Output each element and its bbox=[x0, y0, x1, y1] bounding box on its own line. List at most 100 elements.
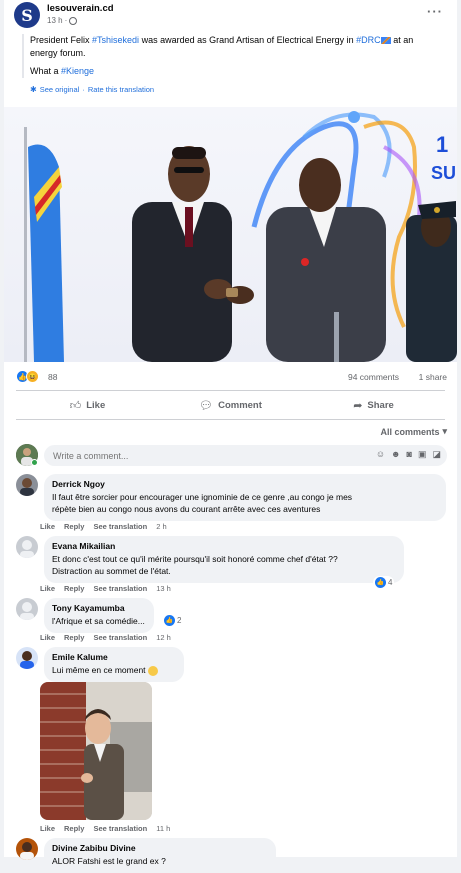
chevron-down-icon: ▾ bbox=[442, 426, 447, 436]
commenter-name[interactable]: Tony Kayamumba bbox=[52, 603, 145, 613]
svg-text:1: 1 bbox=[436, 132, 448, 157]
comment-label: Comment bbox=[218, 399, 262, 411]
camera-icon[interactable]: ◙ bbox=[407, 449, 412, 460]
reaction-icons[interactable]: 👍 😆 bbox=[16, 370, 39, 383]
page-avatar[interactable]: S bbox=[14, 2, 40, 28]
comment-reply-link[interactable]: Reply bbox=[64, 584, 84, 593]
comment-bubble: Emile Kalume Lui même en ce moment bbox=[44, 647, 184, 682]
haha-reaction-icon: 😆 bbox=[26, 370, 39, 383]
post-text-part: was awarded as Grand Artisan of Electric… bbox=[139, 35, 357, 45]
post-photo[interactable]: 1 SU bbox=[4, 107, 457, 362]
like-button[interactable]: 👍︎ Like bbox=[16, 393, 159, 417]
comment-actions: Like Reply See translation 12 h bbox=[40, 633, 171, 642]
share-button[interactable]: ➦ Share bbox=[302, 393, 445, 417]
commenter-name[interactable]: Emile Kalume bbox=[52, 652, 175, 662]
gif-icon[interactable]: ▣ bbox=[418, 449, 427, 460]
commenter-avatar[interactable] bbox=[16, 647, 38, 669]
comment-text: répète bien au congo nous avons du coura… bbox=[52, 504, 321, 514]
comment-bubble: Derrick Ngoy Il faut être sorcier pour e… bbox=[44, 474, 446, 521]
comments-count[interactable]: 94 comments bbox=[348, 372, 399, 382]
see-translation-link[interactable]: See translation bbox=[93, 633, 147, 642]
comment-like-count: 4 bbox=[388, 578, 393, 587]
comment-reply-link[interactable]: Reply bbox=[64, 522, 84, 531]
comment-composer: ☺ ☻ ◙ ▣ ◪ bbox=[16, 444, 447, 468]
commenter-name[interactable]: Evana Mikailian bbox=[52, 541, 395, 551]
laughing-emoji-icon bbox=[147, 665, 158, 676]
comment-time[interactable]: 13 h bbox=[156, 584, 171, 593]
comment-like-link[interactable]: Like bbox=[40, 824, 55, 833]
comment-text: Lui même en ce moment bbox=[52, 664, 175, 676]
composer-icons: ☺ ☻ ◙ ▣ ◪ bbox=[376, 449, 441, 460]
post-text-line-1: President Felix #Tshisekedi was awarded … bbox=[30, 34, 442, 60]
see-original-link[interactable]: See original bbox=[40, 85, 80, 94]
commenter-avatar[interactable] bbox=[16, 474, 38, 496]
avatar-sticker-icon[interactable]: ☺ bbox=[376, 449, 385, 460]
comment-bubble: Tony Kayamumba l'Afrique et sa comédie..… bbox=[44, 598, 154, 633]
hashtag-kienge[interactable]: #Kienge bbox=[61, 66, 94, 76]
post-text: President Felix #Tshisekedi was awarded … bbox=[22, 34, 442, 78]
shares-count[interactable]: 1 share bbox=[419, 372, 447, 382]
avatar-image bbox=[16, 647, 38, 669]
see-translation-link[interactable]: See translation bbox=[93, 824, 147, 833]
comment-button[interactable]: 💬︎ Comment bbox=[159, 393, 302, 417]
comment-like-link[interactable]: Like bbox=[40, 584, 55, 593]
post-text-part: President Felix bbox=[30, 35, 93, 45]
comment-image[interactable] bbox=[40, 682, 152, 820]
post-text-part: What a bbox=[30, 66, 62, 76]
globe-icon bbox=[69, 16, 78, 25]
ceremony-illustration: 1 SU bbox=[24, 111, 457, 362]
comment-filter-label: All comments bbox=[380, 426, 440, 437]
commenter-avatar[interactable] bbox=[16, 598, 38, 620]
comment-actions: Like Reply See translation 11 h bbox=[40, 824, 170, 833]
post-text-line-2: What a #Kienge bbox=[30, 65, 442, 78]
meme-image bbox=[40, 682, 152, 820]
comment-text: Il faut être sorcier pour encourager une… bbox=[52, 492, 353, 502]
reaction-count[interactable]: 88 bbox=[48, 372, 57, 382]
comment-actions: Like Reply See translation 13 h bbox=[40, 584, 171, 593]
comment-reaction-badge[interactable]: 👍 4 bbox=[373, 576, 395, 589]
comment-text: l'Afrique et sa comédie... bbox=[52, 616, 145, 626]
divider bbox=[16, 390, 445, 391]
comment-bubble: Divine Zabibu Divine ALOR Fatshi est le … bbox=[44, 838, 276, 873]
divider bbox=[16, 419, 445, 420]
comment-like-link[interactable]: Like bbox=[40, 633, 55, 642]
comment-bubble: Evana Mikailian Et donc c'est tout ce qu… bbox=[44, 536, 404, 583]
meta-separator: · bbox=[64, 16, 68, 25]
hashtag-drc[interactable]: #DRC bbox=[356, 35, 381, 45]
see-translation-link[interactable]: See translation bbox=[93, 584, 147, 593]
comment-reaction-badge[interactable]: 👍 2 bbox=[162, 614, 184, 627]
comment-reply-link[interactable]: Reply bbox=[64, 633, 84, 642]
comment-reply-link[interactable]: Reply bbox=[64, 824, 84, 833]
like-icon: 👍︎ bbox=[69, 399, 82, 412]
hashtag-tshisekedi[interactable]: #Tshisekedi bbox=[92, 35, 139, 45]
post-time[interactable]: 13 h bbox=[47, 16, 63, 25]
comment-icon: 💬︎ bbox=[199, 399, 214, 412]
post-actions: 👍︎ Like 💬︎ Comment ➦ Share bbox=[16, 393, 445, 417]
more-icon[interactable]: ··· bbox=[427, 4, 443, 19]
page-name[interactable]: lesouverain.cd bbox=[47, 3, 114, 14]
like-reaction-icon: 👍 bbox=[375, 577, 386, 588]
see-translation-link[interactable]: See translation bbox=[93, 522, 147, 531]
comment-time[interactable]: 11 h bbox=[156, 824, 170, 833]
comment-like-count: 2 bbox=[177, 616, 182, 625]
reactions-summary: 👍 😆 88 94 comments 1 share bbox=[16, 370, 447, 384]
comment-time[interactable]: 12 h bbox=[156, 633, 171, 642]
avatar-image bbox=[16, 598, 38, 620]
comment-text-content: Lui même en ce moment bbox=[52, 665, 146, 675]
comment-like-link[interactable]: Like bbox=[40, 522, 55, 531]
share-label: Share bbox=[367, 399, 394, 411]
rate-translation-link[interactable]: Rate this translation bbox=[88, 85, 154, 94]
emoji-icon[interactable]: ☻ bbox=[391, 449, 400, 460]
gear-icon: ✱ bbox=[30, 85, 37, 94]
translation-separator: · bbox=[82, 85, 85, 94]
commenter-name[interactable]: Divine Zabibu Divine bbox=[52, 843, 267, 853]
commenter-name[interactable]: Derrick Ngoy bbox=[52, 479, 437, 489]
sticker-icon[interactable]: ◪ bbox=[432, 449, 441, 460]
comment-text: Distraction au sommet de l'état. bbox=[52, 566, 171, 576]
post-header: S lesouverain.cd 13 h · ··· bbox=[14, 2, 447, 28]
commenter-avatar[interactable] bbox=[16, 536, 38, 558]
post-meta: 13 h · bbox=[47, 16, 78, 25]
comment-filter[interactable]: All comments ▾ bbox=[380, 426, 447, 437]
comment-time[interactable]: 2 h bbox=[156, 522, 166, 531]
translation-row: ✱ See original · Rate this translation bbox=[30, 85, 154, 94]
